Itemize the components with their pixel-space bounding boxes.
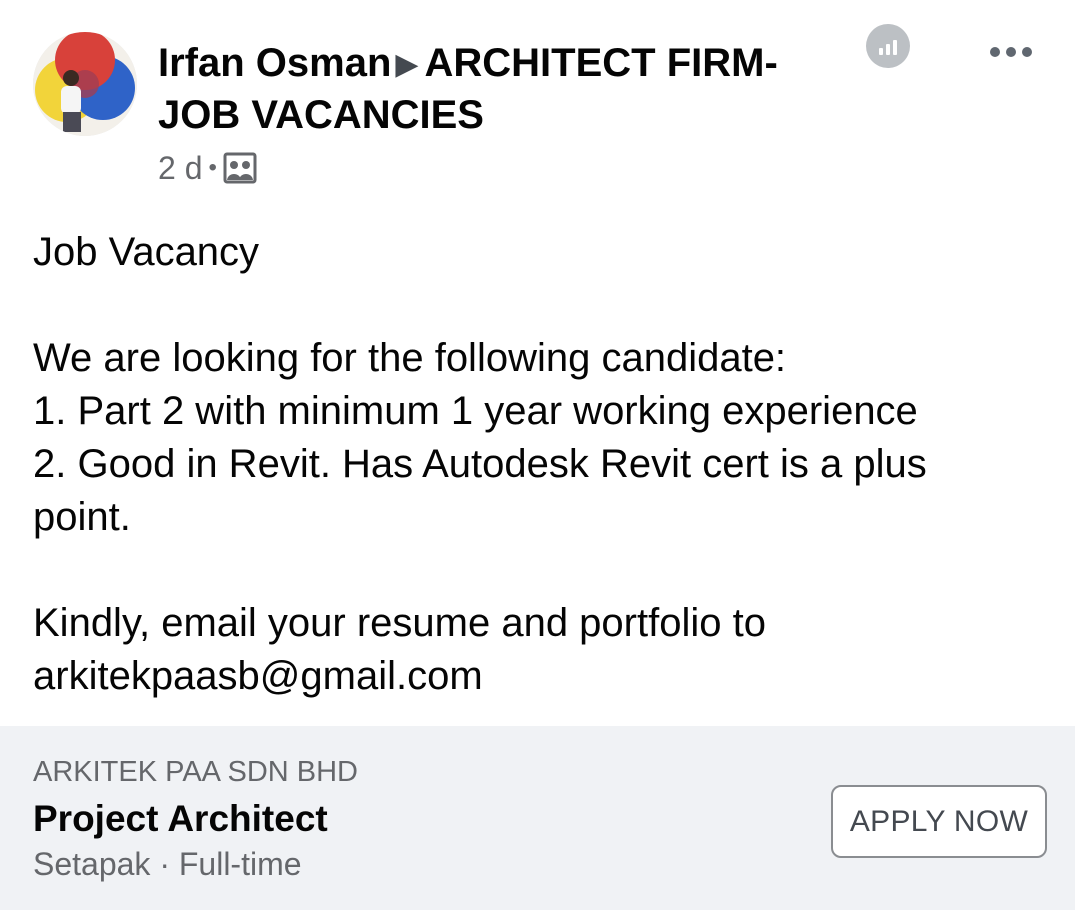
post-header: Irfan Osman ▶ ARCHITECT FIRM-JOB VACANCIES: [158, 38, 798, 140]
post-meta: 2 d •: [158, 148, 257, 188]
more-dot: [990, 47, 1000, 57]
post-body-line: 2. Good in Revit. Has Autodesk Revit cer…: [33, 442, 927, 539]
more-dot: [1022, 47, 1032, 57]
shared-to-arrow-icon: ▶: [395, 48, 419, 81]
job-details: Setapak · Full-time: [33, 846, 302, 882]
post-timestamp[interactable]: 2 d: [158, 150, 202, 187]
meta-separator: •: [208, 154, 217, 181]
post-body-line: Job Vacancy: [33, 230, 260, 274]
insights-bar: [879, 48, 883, 55]
author-avatar[interactable]: [33, 32, 137, 136]
job-company: ARKITEK PAA SDN BHD: [33, 756, 358, 788]
insights-bar: [893, 40, 897, 55]
more-options-icon[interactable]: [982, 30, 1040, 74]
insights-icon[interactable]: [866, 24, 910, 68]
author-name[interactable]: Irfan Osman: [158, 41, 391, 85]
post-body-line: Kindly, email your resume and portfolio …: [33, 601, 766, 698]
apply-now-button[interactable]: APPLY NOW: [831, 785, 1047, 858]
post-body-line: We are looking for the following candida…: [33, 336, 787, 380]
job-card[interactable]: ARKITEK PAA SDN BHD Project Architect Se…: [0, 726, 1075, 910]
insights-bar: [886, 44, 890, 55]
group-icon: [223, 152, 257, 184]
job-title: Project Architect: [33, 798, 328, 839]
more-dot: [1006, 47, 1016, 57]
post: Irfan Osman ▶ ARCHITECT FIRM-JOB VACANCIES…: [0, 0, 1075, 910]
post-body: Job Vacancy We are looking for the follo…: [33, 226, 1033, 703]
post-body-line: 1. Part 2 with minimum 1 year working ex…: [33, 389, 918, 433]
